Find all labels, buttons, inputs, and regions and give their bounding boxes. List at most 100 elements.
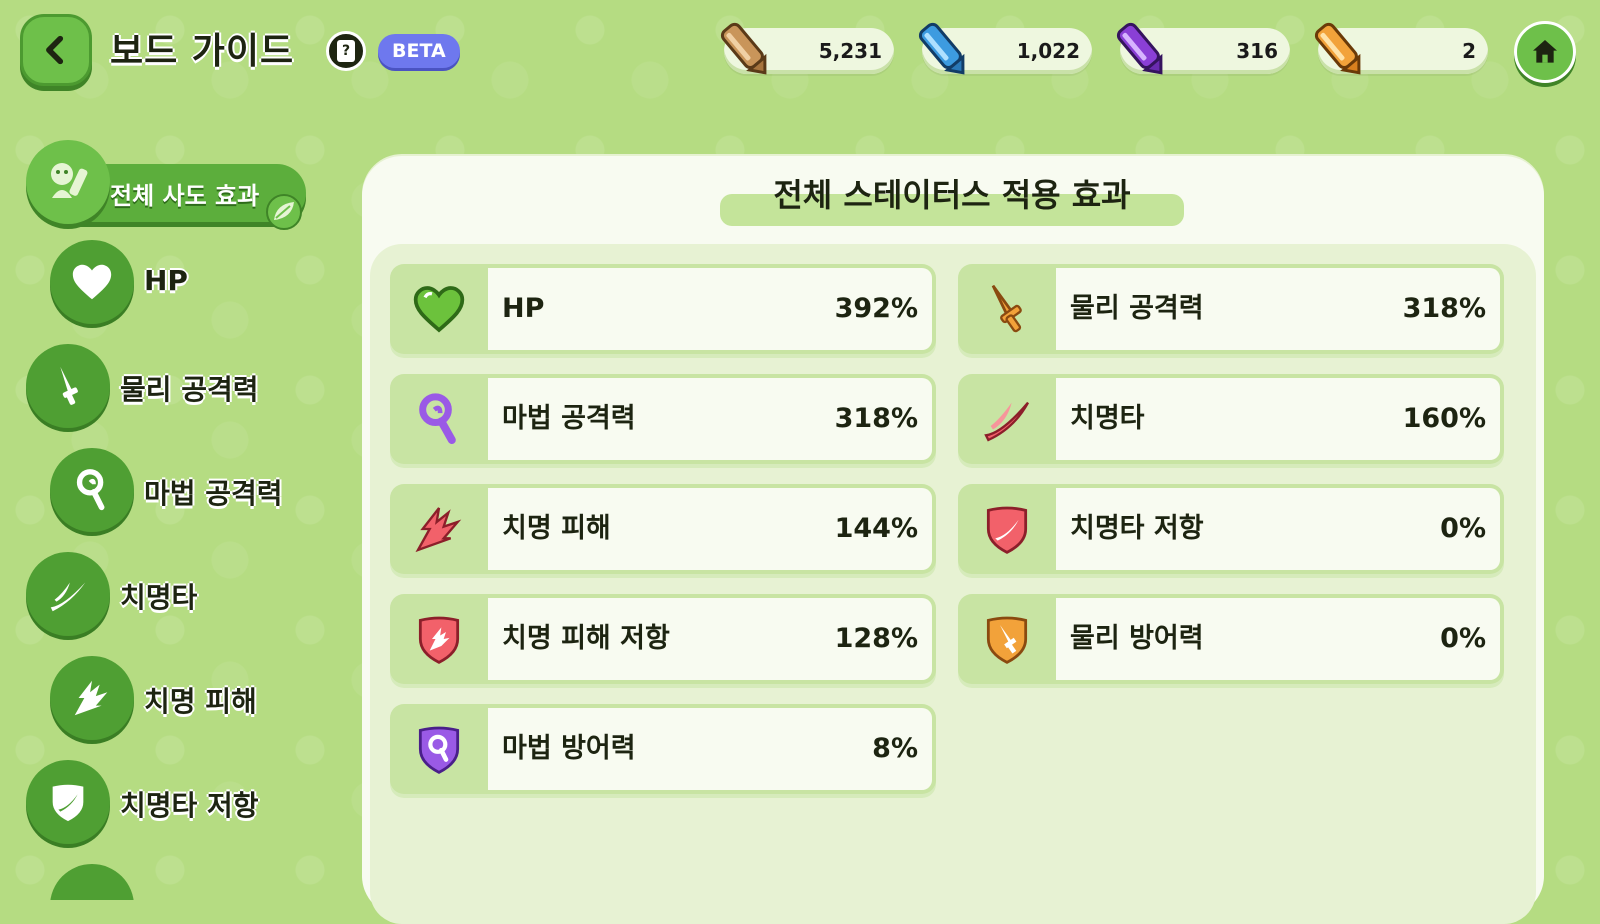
stat-icon-cell [390, 484, 488, 574]
leaf-icon [266, 194, 302, 230]
stat-name: 물리 공격력 [1070, 293, 1204, 324]
stat-card-critical-damage-resist[interactable]: 치명 피해 저항 128% [390, 594, 936, 684]
stat-value: 8% [872, 733, 918, 764]
stat-card-physical-defense[interactable]: 물리 방어력 0% [958, 594, 1504, 684]
currency-brown[interactable]: 5,231 [720, 22, 894, 75]
stat-card-critical-resist[interactable]: 치명타 저항 0% [958, 484, 1504, 574]
sidebar-item-label: HP [144, 264, 188, 297]
stat-value: 128% [834, 623, 918, 654]
stat-name: 치명타 [1070, 403, 1145, 434]
sword-icon [991, 284, 1022, 333]
currency-purple[interactable]: 316 [1116, 22, 1290, 75]
chevron-left-icon [46, 35, 64, 65]
stat-icon-cell [390, 374, 488, 464]
stat-body: 물리 공격력 318% [1056, 268, 1500, 350]
stat-card-critical-damage[interactable]: 치명 피해 144% [390, 484, 936, 574]
page-title: 보드 가이드 [110, 31, 295, 72]
physical-defense-icon [986, 616, 1028, 664]
heart-icon [413, 286, 465, 333]
character-avatar-icon [26, 140, 110, 224]
sidebar-item-all-effects[interactable]: 전체 사도 효과 [26, 140, 310, 230]
magic-wand-icon [76, 469, 105, 511]
stat-icon-cell [390, 264, 488, 354]
stat-value: 392% [834, 293, 918, 324]
sidebar-item-label: 치명타 [120, 581, 198, 614]
crit-shield-icon [986, 506, 1028, 554]
stat-name: 마법 방어력 [502, 733, 636, 764]
orange-crystal-icon [1314, 22, 1361, 75]
stat-value: 318% [834, 403, 918, 434]
currency-blue[interactable]: 1,022 [918, 22, 1092, 75]
stat-card-critical[interactable]: 치명타 160% [958, 374, 1504, 464]
stat-body: 마법 공격력 318% [488, 378, 932, 460]
blue-crystal-icon [918, 22, 965, 75]
stat-name: 마법 공격력 [502, 403, 636, 434]
magic-wand-icon [419, 393, 456, 444]
stat-name: 치명 피해 저항 [502, 623, 670, 654]
sidebar-icon-circle [50, 448, 134, 532]
stat-body: 치명타 저항 0% [1056, 488, 1500, 570]
stat-name: 치명타 저항 [1070, 513, 1204, 544]
stat-value: 144% [834, 513, 918, 544]
status-effects-panel: 전체 스테이터스 적용 효과 HP 392% 물리 공격력 318% 마법 공격… [362, 156, 1544, 924]
sidebar: 전체 사도 효과 HP 물리 공격력 마법 공격력 치명타 치명 피해 치명타 … [0, 130, 360, 900]
sidebar-item-label: 마법 공격력 [144, 477, 283, 510]
stat-body: 치명 피해 144% [488, 488, 932, 570]
stat-icon-cell [958, 374, 1056, 464]
currency-orange[interactable]: 2 [1314, 22, 1488, 75]
currency-value: 5,231 [818, 39, 882, 63]
crit-slash-icon [50, 582, 86, 612]
sidebar-icon-circle [26, 760, 110, 844]
stat-body: HP 392% [488, 268, 932, 350]
crit-shield-icon [52, 784, 84, 822]
stat-value: 318% [1402, 293, 1486, 324]
stats-grid: HP 392% 물리 공격력 318% 마법 공격력 318% 치명타 160%… [370, 244, 1536, 924]
stat-name: 물리 방어력 [1070, 623, 1204, 654]
sidebar-icon-circle [26, 344, 110, 428]
crit-damage-shield-icon [418, 616, 460, 664]
crit-burst-icon [415, 507, 462, 553]
stat-icon-cell [958, 594, 1056, 684]
currency-value: 2 [1462, 39, 1476, 63]
home-icon [1533, 40, 1557, 63]
brown-crystal-icon [720, 22, 767, 75]
magic-defense-icon [418, 726, 460, 774]
sidebar-icon-circle [50, 864, 134, 900]
sidebar-item-label: 전체 사도 효과 [110, 182, 260, 210]
stat-card-magic-attack[interactable]: 마법 공격력 318% [390, 374, 936, 464]
stat-body: 마법 방어력 8% [488, 708, 932, 790]
stat-card-physical-attack[interactable]: 물리 공격력 318% [958, 264, 1504, 354]
stat-card-magic-defense[interactable]: 마법 방어력 8% [390, 704, 936, 794]
stat-value: 0% [1440, 513, 1486, 544]
stat-icon-cell [958, 484, 1056, 574]
stat-icon-cell [390, 704, 488, 794]
heart-icon [72, 264, 112, 300]
help-button[interactable]: ? [326, 31, 366, 71]
stat-value: 0% [1440, 623, 1486, 654]
sidebar-icon-circle [50, 656, 134, 740]
stat-name: 치명 피해 [502, 513, 611, 544]
crit-burst-icon [74, 680, 108, 716]
home-button[interactable] [1514, 21, 1576, 83]
crit-slash-icon [984, 401, 1030, 442]
help-book-icon: ? [337, 40, 355, 62]
beta-badge: BETA [378, 34, 460, 68]
sidebar-item-label: 치명타 저항 [120, 789, 259, 822]
sidebar-icon-circle [26, 552, 110, 636]
sidebar-item-label: 치명 피해 [144, 685, 257, 718]
back-button[interactable] [20, 14, 92, 86]
sidebar-icon-circle [50, 240, 134, 324]
stat-icon-cell [390, 594, 488, 684]
currency-value: 316 [1236, 39, 1278, 63]
stat-body: 치명 피해 저항 128% [488, 598, 932, 680]
purple-crystal-icon [1116, 22, 1163, 75]
panel-title: 전체 스테이터스 적용 효과 [773, 176, 1131, 214]
stat-name: HP [502, 293, 545, 324]
stat-value: 160% [1402, 403, 1486, 434]
stat-card-hp[interactable]: HP 392% [390, 264, 936, 354]
stat-icon-cell [958, 264, 1056, 354]
sidebar-item-label: 물리 공격력 [120, 373, 259, 406]
stat-body: 물리 방어력 0% [1056, 598, 1500, 680]
currency-value: 1,022 [1016, 39, 1080, 63]
stat-body: 치명타 160% [1056, 378, 1500, 460]
